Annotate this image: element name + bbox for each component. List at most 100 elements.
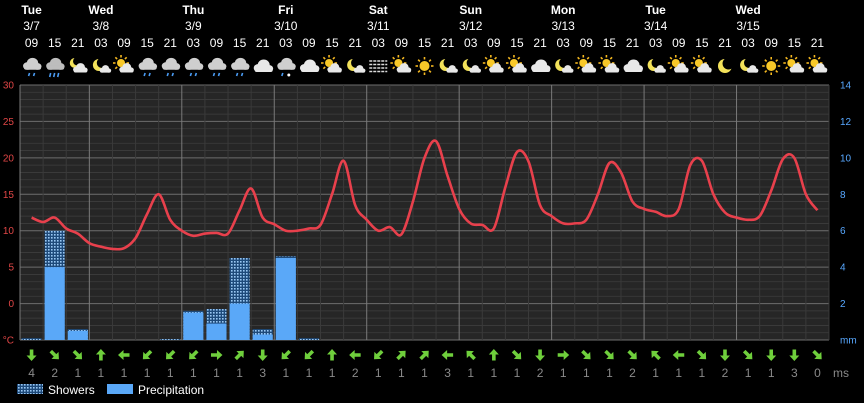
- hour-label: 21: [256, 36, 270, 50]
- wind-arrow-icon: [281, 349, 291, 360]
- sun-ray: [417, 59, 421, 62]
- wind-speed: 1: [421, 366, 428, 380]
- wind-arrow-icon: [812, 349, 822, 360]
- sun-ray: [401, 56, 405, 60]
- partly-cloudy-day-icon: [667, 55, 689, 73]
- wind-speed: 2: [629, 366, 636, 380]
- sun-ray: [114, 66, 118, 70]
- cloud-shape: [231, 57, 250, 70]
- cloud-part: [512, 69, 527, 73]
- cloud-icon: [253, 59, 274, 72]
- wind-arrow-icon: [789, 349, 800, 361]
- wind-arrow-icon: [257, 349, 268, 361]
- wind-arrow-icon: [581, 349, 591, 360]
- cloud-icon: [299, 59, 320, 72]
- showers-bar: [21, 338, 42, 340]
- day-label: Sun: [459, 3, 482, 17]
- cloud-shape: [623, 59, 644, 72]
- day-label: Wed: [88, 3, 113, 17]
- temperature-tick-label: 15: [3, 190, 15, 201]
- cloud-light-rain-icon: [161, 57, 181, 77]
- wind-arrow-shape: [672, 350, 685, 360]
- cloud-part: [562, 70, 574, 73]
- rain-drop: [189, 72, 193, 77]
- weather-icons: [23, 55, 828, 78]
- sun-icon: [762, 57, 781, 75]
- sun-ray: [785, 66, 789, 70]
- wind-unit-label: ms: [833, 366, 849, 380]
- wind-speed: 0: [814, 366, 821, 380]
- wind-speed: 1: [467, 366, 474, 380]
- precipitation-bar: [252, 334, 273, 340]
- cloud-sleet-icon: [277, 57, 296, 77]
- hour-label: 15: [48, 36, 62, 50]
- rain-drop: [27, 72, 31, 77]
- precipitation-bar: [44, 267, 65, 340]
- date-label: 3/14: [644, 19, 668, 33]
- wind-arrow-shape: [789, 349, 800, 361]
- wind-arrow-icon: [535, 349, 546, 361]
- hour-label: 21: [71, 36, 85, 50]
- sun-ray: [124, 56, 128, 60]
- moon-cloud-icon: [555, 57, 574, 73]
- rain-drop: [143, 72, 146, 77]
- cloud-shape: [277, 57, 296, 70]
- cloud-light-rain-icon: [138, 57, 158, 77]
- sun-ray: [577, 66, 580, 70]
- date-label: 3/15: [736, 19, 760, 33]
- sun-ray: [817, 56, 821, 60]
- wind-arrow-icon: [234, 350, 244, 361]
- wind-arrow-icon: [742, 349, 753, 360]
- precipitation-bar: [229, 303, 250, 340]
- cloud-part: [23, 65, 42, 70]
- sun-ray: [507, 66, 511, 70]
- rain-drop: [171, 72, 175, 77]
- wind-arrow-shape: [557, 350, 570, 360]
- sun-ray: [428, 59, 432, 62]
- cloud-part: [582, 69, 596, 73]
- partly-cloudy-day-icon: [575, 55, 597, 73]
- moon-cloud-icon: [347, 57, 366, 73]
- wind-arrow-icon: [210, 350, 223, 360]
- wind-arrow-shape: [466, 350, 476, 361]
- hour-label: 15: [140, 36, 154, 50]
- hour-label: 15: [325, 36, 339, 50]
- cloud-part: [354, 70, 366, 73]
- sun-disc: [766, 61, 777, 71]
- cloud-part: [139, 65, 157, 70]
- hour-label: 15: [788, 36, 802, 50]
- day-label: Tue: [645, 3, 666, 17]
- wind-arrow-icon: [627, 349, 637, 360]
- wind-arrow-shape: [419, 350, 429, 361]
- wind-arrow-shape: [281, 349, 291, 360]
- hour-label: 21: [533, 36, 547, 50]
- sun-ray: [702, 56, 706, 60]
- wind-speed: 1: [560, 366, 567, 380]
- wind-speed: 3: [791, 366, 798, 380]
- wind-arrow-icon: [396, 350, 406, 361]
- cloud-part: [120, 69, 134, 73]
- sun-ray: [600, 66, 604, 70]
- date-label: 3/8: [93, 19, 110, 33]
- wind-arrow-shape: [766, 349, 777, 361]
- legend-precipitation-label: Precipitation: [138, 383, 204, 397]
- cloud-part: [278, 65, 296, 70]
- wind-speed: 1: [745, 366, 752, 380]
- sun-ray: [586, 56, 590, 60]
- wind-arrow-shape: [349, 350, 361, 360]
- wind-speed: 2: [537, 366, 544, 380]
- cloud-part: [100, 70, 111, 73]
- wind-arrow-icon: [166, 349, 176, 360]
- cloud-part: [73, 69, 88, 73]
- precipitation-tick-label: 10: [840, 153, 852, 164]
- day-label: Fri: [278, 3, 293, 17]
- cloud-part: [446, 70, 458, 73]
- wind-arrow-shape: [304, 349, 315, 360]
- hour-label: 15: [510, 36, 524, 50]
- sun-ray: [692, 66, 696, 70]
- wind-speed: 1: [490, 366, 497, 380]
- cloud-part: [489, 69, 504, 73]
- wind-arrow-icon: [95, 349, 106, 361]
- sun-ray: [494, 56, 498, 60]
- sun-ray: [808, 66, 812, 70]
